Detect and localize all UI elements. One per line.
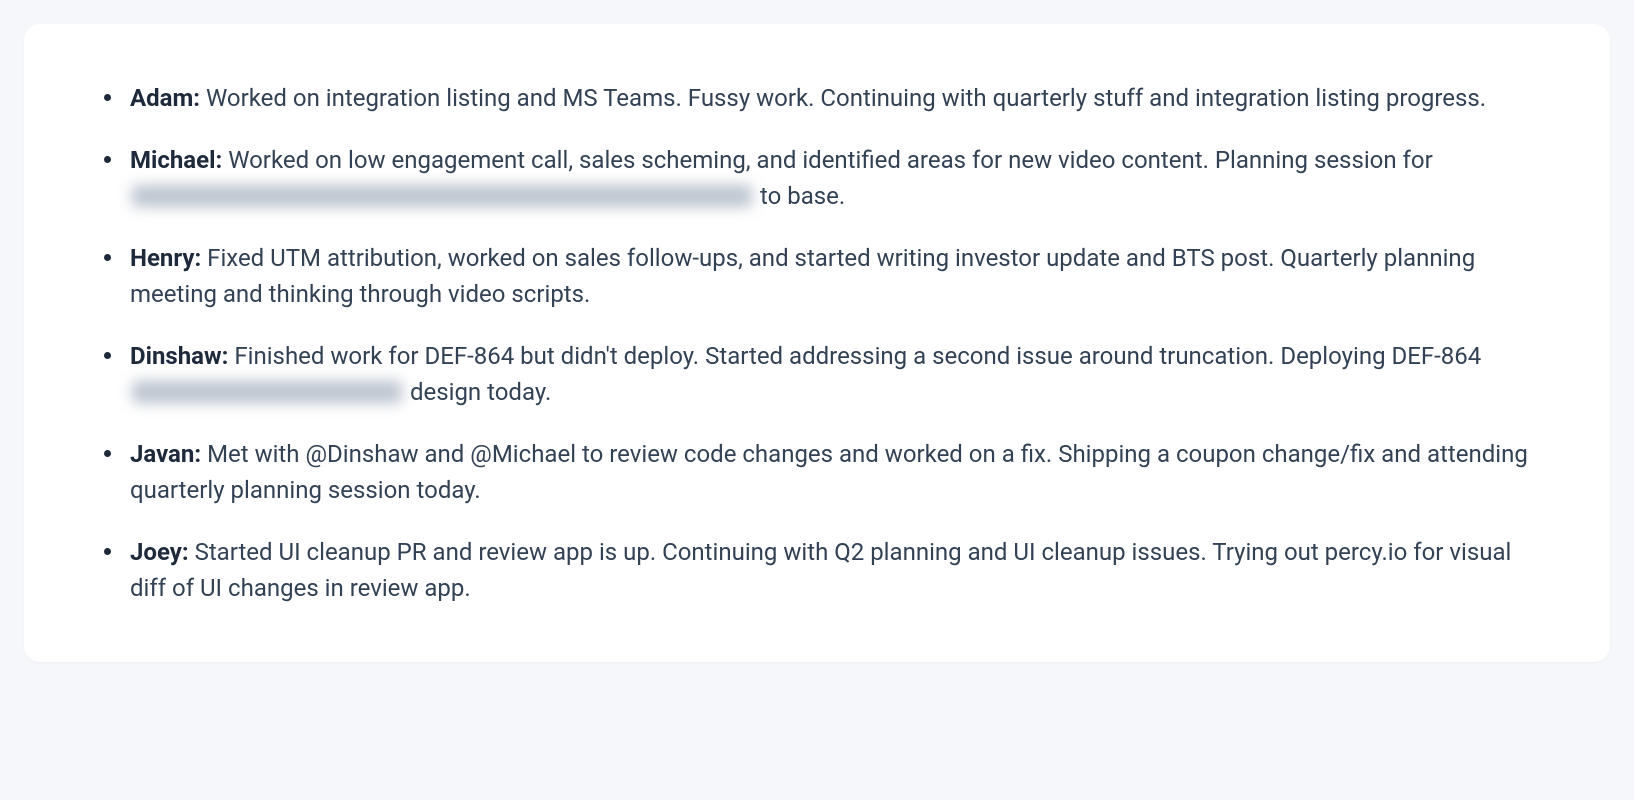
author-name: Dinshaw (130, 342, 222, 370)
update-item: Adam: Worked on integration listing and … (96, 80, 1538, 116)
colon: : (194, 440, 201, 468)
redacted-text (132, 185, 752, 207)
update-text: Started UI cleanup PR and review app is … (130, 538, 1511, 602)
update-item: Henry: Fixed UTM attribution, worked on … (96, 240, 1538, 312)
colon: : (215, 146, 222, 174)
author-name: Javan (130, 440, 194, 468)
update-text: Finished work for DEF-864 but didn't dep… (234, 342, 1481, 370)
update-item: Javan: Met with @Dinshaw and @Michael to… (96, 436, 1538, 508)
update-text: to base. (754, 182, 845, 210)
author-name: Henry (130, 244, 194, 272)
update-item: Joey: Started UI cleanup PR and review a… (96, 534, 1538, 606)
redacted-text (132, 381, 402, 403)
update-text: design today. (404, 378, 551, 406)
updates-card: Adam: Worked on integration listing and … (24, 24, 1610, 662)
updates-list: Adam: Worked on integration listing and … (96, 80, 1538, 606)
colon: : (194, 244, 201, 272)
colon: : (193, 84, 200, 112)
update-text: Fixed UTM attribution, worked on sales f… (130, 244, 1475, 308)
update-item: Dinshaw: Finished work for DEF-864 but d… (96, 338, 1538, 410)
update-text: Worked on low engagement call, sales sch… (228, 146, 1433, 174)
colon: : (222, 342, 229, 370)
author-name: Adam (130, 84, 193, 112)
author-name: Michael (130, 146, 215, 174)
author-name: Joey (130, 538, 182, 566)
update-item: Michael: Worked on low engagement call, … (96, 142, 1538, 214)
colon: : (182, 538, 189, 566)
update-text: Met with @Dinshaw and @Michael to review… (130, 440, 1528, 504)
update-text: Worked on integration listing and MS Tea… (206, 84, 1486, 112)
